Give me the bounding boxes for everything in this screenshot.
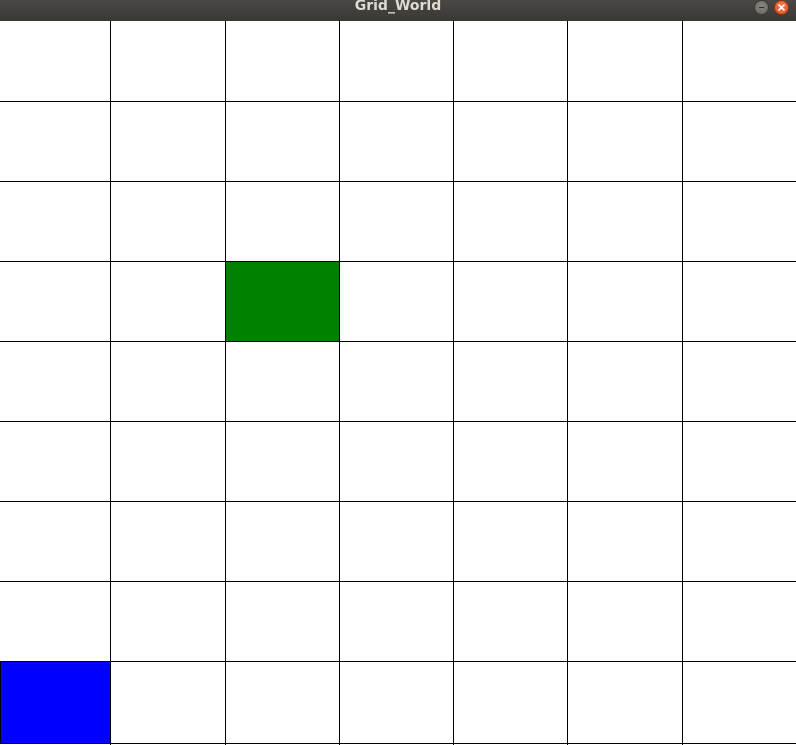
grid-canvas[interactable] bbox=[0, 21, 796, 745]
agent-cell bbox=[0, 661, 110, 743]
window-title: Grid_World bbox=[354, 0, 442, 14]
minimize-button[interactable] bbox=[754, 0, 769, 15]
grid-board[interactable] bbox=[0, 21, 796, 745]
grid-background bbox=[0, 21, 796, 745]
close-button[interactable] bbox=[774, 0, 789, 15]
title-bar[interactable]: Grid_World bbox=[0, 0, 796, 21]
grid-world-window: Grid_World bbox=[0, 0, 796, 745]
goal-cell bbox=[225, 261, 339, 341]
close-icon bbox=[778, 4, 785, 11]
